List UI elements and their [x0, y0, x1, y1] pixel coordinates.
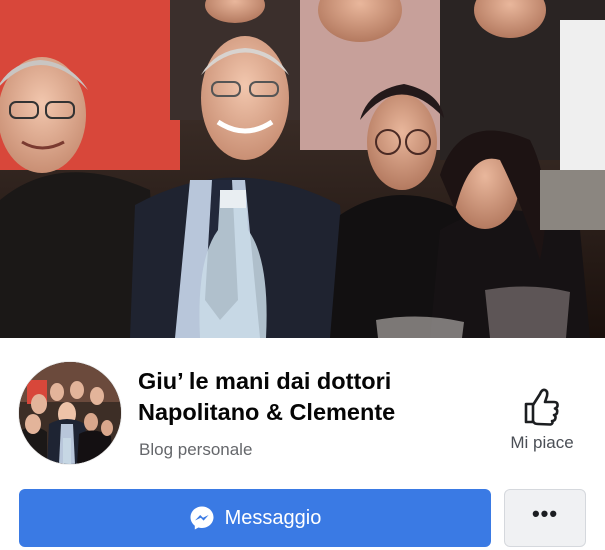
page-title: Giu’ le mani dai dottori Napolitano & Cl…: [138, 366, 498, 428]
facebook-page-header: Giu’ le mani dai dottori Napolitano & Cl…: [0, 0, 605, 550]
message-button[interactable]: Messaggio: [19, 489, 491, 547]
cover-photo[interactable]: [0, 0, 605, 338]
like-label: Mi piace: [510, 433, 574, 452]
messenger-icon: [190, 506, 214, 530]
page-title-line1: Giu’ le mani dai dottori: [138, 368, 392, 394]
more-options-button[interactable]: •••: [504, 489, 586, 547]
thumbs-up-icon: [524, 388, 559, 426]
profile-picture[interactable]: [19, 362, 121, 464]
like-button[interactable]: Mi piace: [497, 384, 587, 462]
message-button-label: Messaggio: [224, 506, 322, 529]
more-dots-icon: •••: [531, 501, 559, 526]
page-title-line2: Napolitano & Clemente: [138, 399, 396, 425]
page-category: Blog personale: [139, 440, 253, 459]
